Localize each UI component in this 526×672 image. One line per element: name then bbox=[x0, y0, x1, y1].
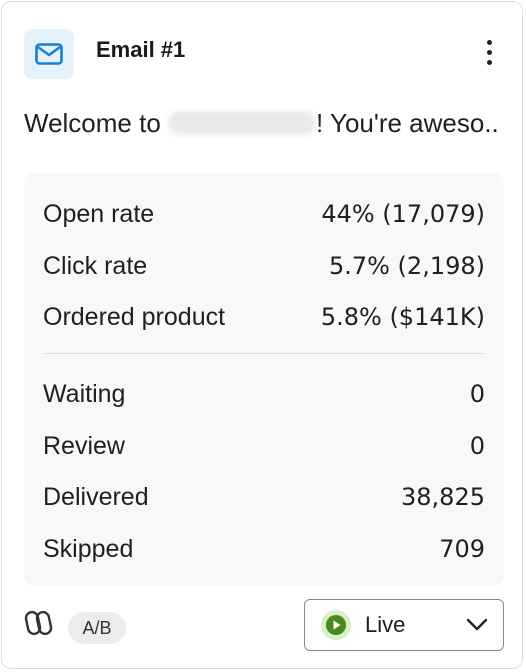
status-label: Live bbox=[365, 612, 406, 637]
count-value: 0 bbox=[469, 432, 485, 460]
count-value: 38,825 bbox=[401, 483, 485, 511]
count-row-review: Review 0 bbox=[43, 428, 485, 464]
card-header: Email #1 bbox=[24, 26, 500, 80]
count-value: 0 bbox=[469, 380, 485, 408]
metric-label: Ordered product bbox=[43, 302, 226, 331]
status-dropdown[interactable]: Live bbox=[304, 599, 504, 651]
count-row-waiting: Waiting 0 bbox=[43, 376, 485, 412]
metric-value: 5.7% (2,198) bbox=[328, 252, 485, 280]
ab-test-badge[interactable]: A/B bbox=[68, 612, 126, 644]
count-label: Waiting bbox=[43, 379, 126, 408]
subject-prefix: Welcome to bbox=[24, 108, 169, 138]
count-row-skipped: Skipped 709 bbox=[43, 531, 485, 567]
metric-label: Click rate bbox=[43, 251, 148, 280]
email-subject: Welcome to ! You're aweso... bbox=[24, 108, 500, 139]
chevron-down-icon bbox=[466, 618, 488, 631]
subject-suffix: ! You're aweso... bbox=[316, 108, 500, 138]
count-label: Review bbox=[43, 431, 125, 460]
metric-value: 44% (17,079) bbox=[321, 200, 485, 228]
metric-value: 5.8% ($141K) bbox=[320, 303, 485, 331]
redacted-text bbox=[168, 111, 317, 135]
metric-row-ordered-product: Ordered product 5.8% ($141K) bbox=[43, 299, 485, 335]
count-label: Delivered bbox=[43, 482, 149, 511]
stats-divider bbox=[43, 353, 485, 354]
count-label: Skipped bbox=[43, 534, 134, 563]
link-icon[interactable] bbox=[24, 608, 54, 638]
more-vertical-icon[interactable] bbox=[478, 34, 500, 70]
mail-icon bbox=[24, 29, 74, 79]
metric-row-click-rate: Click rate 5.7% (2,198) bbox=[43, 248, 485, 284]
email-title: Email #1 bbox=[96, 37, 186, 62]
metric-row-open-rate: Open rate 44% (17,079) bbox=[43, 196, 485, 232]
count-row-delivered: Delivered 38,825 bbox=[43, 479, 485, 515]
stats-panel: Open rate 44% (17,079) Click rate 5.7% (… bbox=[24, 173, 504, 586]
play-icon bbox=[321, 610, 351, 640]
count-value: 709 bbox=[439, 535, 485, 563]
email-card: Email #1 Welcome to ! You're aweso... Op… bbox=[1, 1, 523, 669]
metric-label: Open rate bbox=[43, 199, 155, 228]
